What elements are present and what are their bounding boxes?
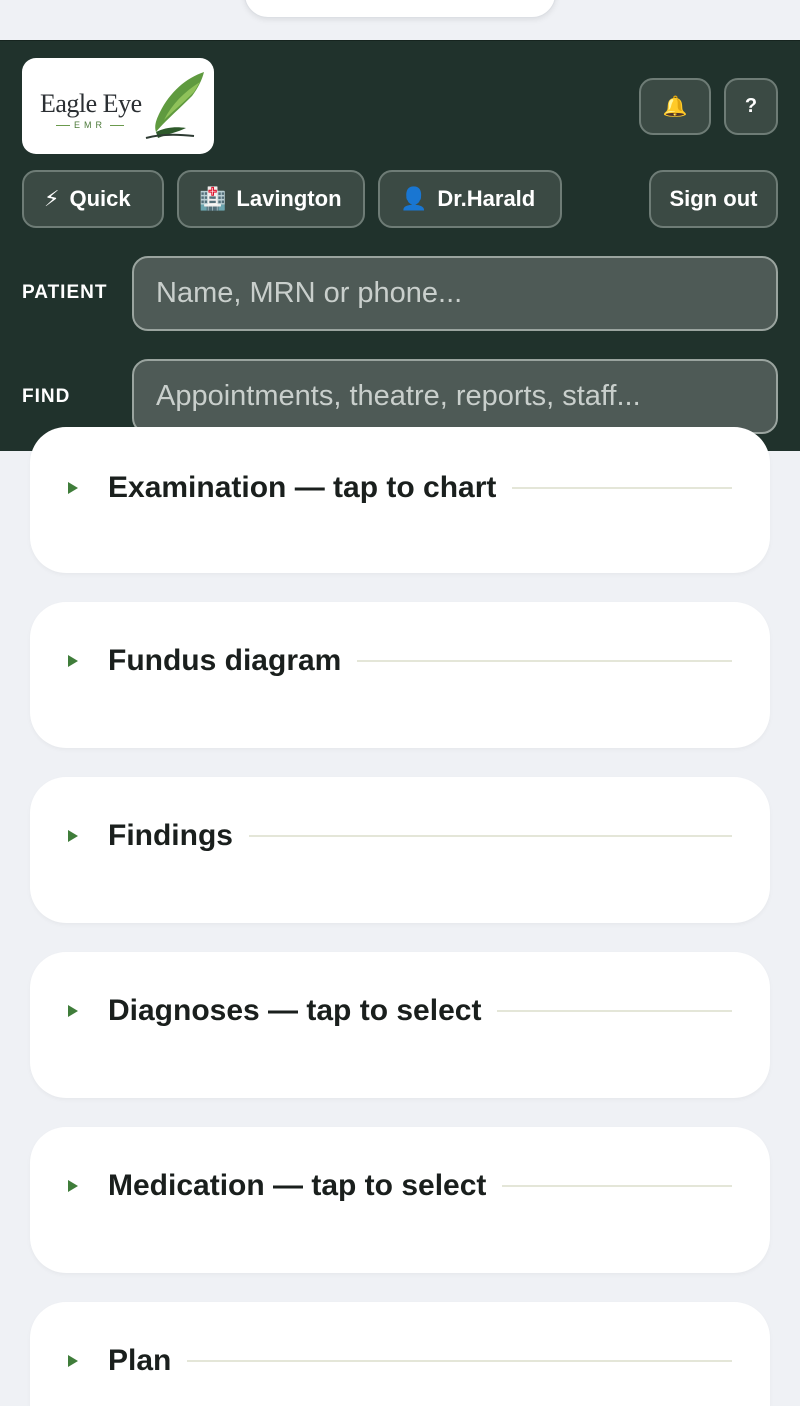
divider (502, 1185, 732, 1187)
help-icon: ? (744, 95, 758, 117)
patient-label: PATIENT (22, 282, 108, 303)
section-examination[interactable]: Examination — tap to chart (30, 427, 770, 573)
sign-out-label: Sign out (669, 186, 758, 211)
expand-caret-icon (68, 655, 78, 667)
section-title: Examination — tap to chart (108, 471, 497, 504)
lightning-icon: ⚡ (44, 186, 60, 211)
expand-caret-icon (68, 1355, 78, 1367)
user-icon: 👤 (400, 186, 428, 211)
section-title: Diagnoses — tap to select (108, 994, 482, 1027)
divider (187, 1360, 732, 1362)
top-floating-pill[interactable] (244, 0, 556, 18)
divider (357, 660, 732, 662)
quick-button[interactable]: ⚡ Quick (22, 170, 164, 228)
find-search-input[interactable] (156, 380, 754, 413)
expand-caret-icon (68, 1180, 78, 1192)
divider (512, 487, 732, 489)
expand-caret-icon (68, 1005, 78, 1017)
hospital-icon: 🏥 (199, 186, 227, 211)
section-medication[interactable]: Medication — tap to select (30, 1127, 770, 1273)
section-title: Plan (108, 1344, 172, 1377)
logo-sub: EMR (52, 120, 128, 130)
location-label: Lavington (236, 186, 342, 211)
section-title: Medication — tap to select (108, 1169, 487, 1202)
section-title: Findings (108, 819, 233, 852)
notifications-button[interactable]: 🔔 (639, 78, 711, 135)
location-button[interactable]: 🏥 Lavington (177, 170, 365, 228)
help-button[interactable]: ? (724, 78, 778, 135)
expand-caret-icon (68, 482, 78, 494)
app-logo[interactable]: Eagle Eye EMR (22, 58, 214, 154)
section-plan[interactable]: Plan (30, 1302, 770, 1406)
section-title: Fundus diagram (108, 644, 342, 677)
section-diagnoses[interactable]: Diagnoses — tap to select (30, 952, 770, 1098)
section-fundus-diagram[interactable]: Fundus diagram (30, 602, 770, 748)
user-label: Dr.Harald (437, 186, 536, 211)
section-findings[interactable]: Findings (30, 777, 770, 923)
app-header: Eagle Eye EMR 🔔 ? ⚡ Quick 🏥 Lavington 👤 … (0, 40, 800, 451)
find-search-field[interactable] (132, 359, 778, 434)
expand-caret-icon (68, 830, 78, 842)
divider (497, 1010, 732, 1012)
quick-label: Quick (69, 186, 131, 211)
find-label: FIND (22, 386, 71, 407)
bell-icon: 🔔 (662, 96, 688, 118)
sign-out-button[interactable]: Sign out (649, 170, 778, 228)
patient-search-input[interactable] (156, 277, 754, 310)
logo-name: Eagle Eye (40, 89, 142, 118)
patient-search-field[interactable] (132, 256, 778, 331)
eagle-wing-icon (145, 72, 204, 139)
user-button[interactable]: 👤 Dr.Harald (378, 170, 562, 228)
divider (248, 835, 732, 837)
